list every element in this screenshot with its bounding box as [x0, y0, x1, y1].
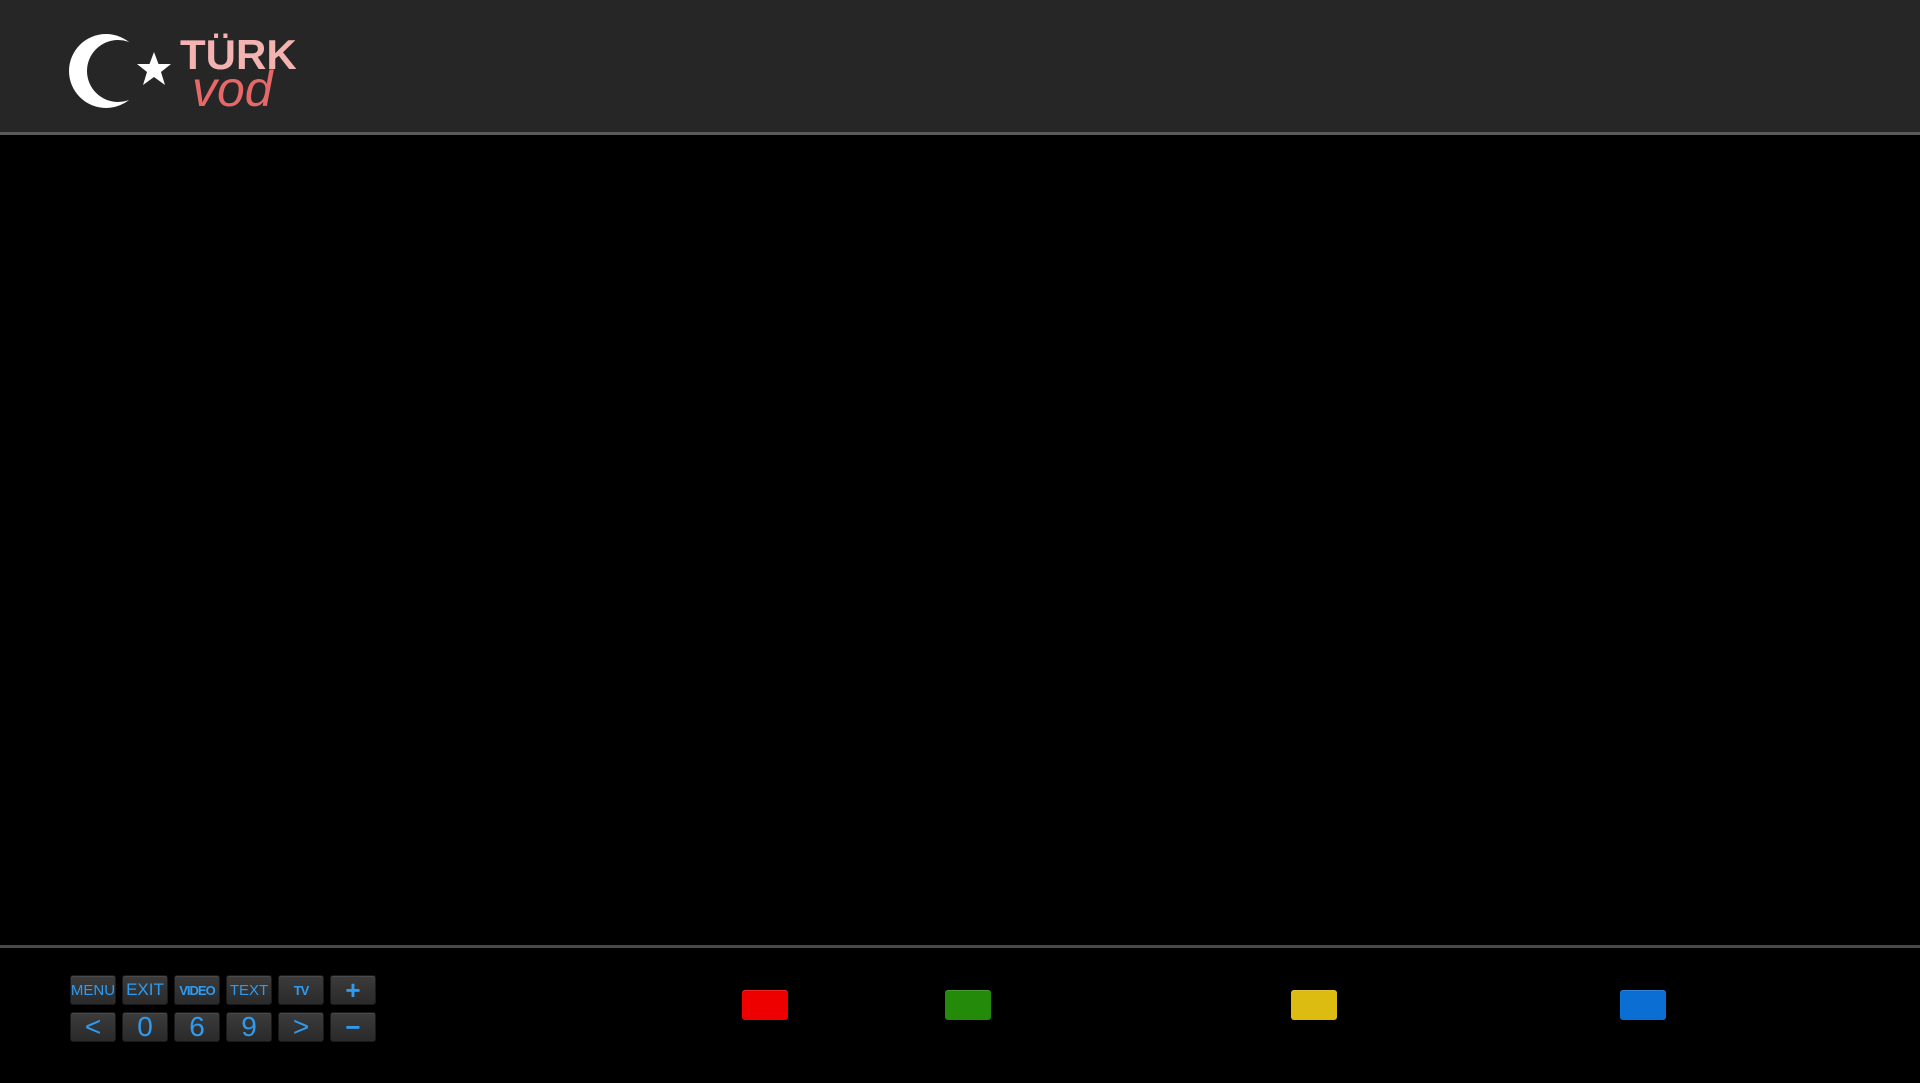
- turkvod-logo: TÜRK vod: [68, 30, 308, 117]
- minus-key[interactable]: −: [330, 1012, 376, 1042]
- left-key[interactable]: <: [70, 1012, 116, 1042]
- crescent-star-icon: [69, 34, 171, 108]
- red-button[interactable]: [742, 990, 788, 1020]
- exit-key[interactable]: EXIT: [122, 975, 168, 1005]
- plus-key[interactable]: +: [330, 975, 376, 1005]
- video-key[interactable]: VIDEO: [174, 975, 220, 1005]
- digit-9-key[interactable]: 9: [226, 1012, 272, 1042]
- text-key[interactable]: TEXT: [226, 975, 272, 1005]
- green-button[interactable]: [945, 990, 991, 1020]
- remote-key-bar: MENU EXIT VIDEO TEXT TV + < 0 6 9 > −: [0, 945, 1920, 1083]
- logo-text-vod: vod: [192, 61, 273, 117]
- video-content-area: [0, 135, 1920, 945]
- menu-key[interactable]: MENU: [70, 975, 116, 1005]
- digit-6-key[interactable]: 6: [174, 1012, 220, 1042]
- right-key[interactable]: >: [278, 1012, 324, 1042]
- remote-key-grid: MENU EXIT VIDEO TEXT TV + < 0 6 9 > −: [70, 975, 380, 1065]
- tv-key[interactable]: TV: [278, 975, 324, 1005]
- blue-button[interactable]: [1620, 990, 1666, 1020]
- app-header: TÜRK vod: [0, 0, 1920, 135]
- yellow-button[interactable]: [1291, 990, 1337, 1020]
- digit-0-key[interactable]: 0: [122, 1012, 168, 1042]
